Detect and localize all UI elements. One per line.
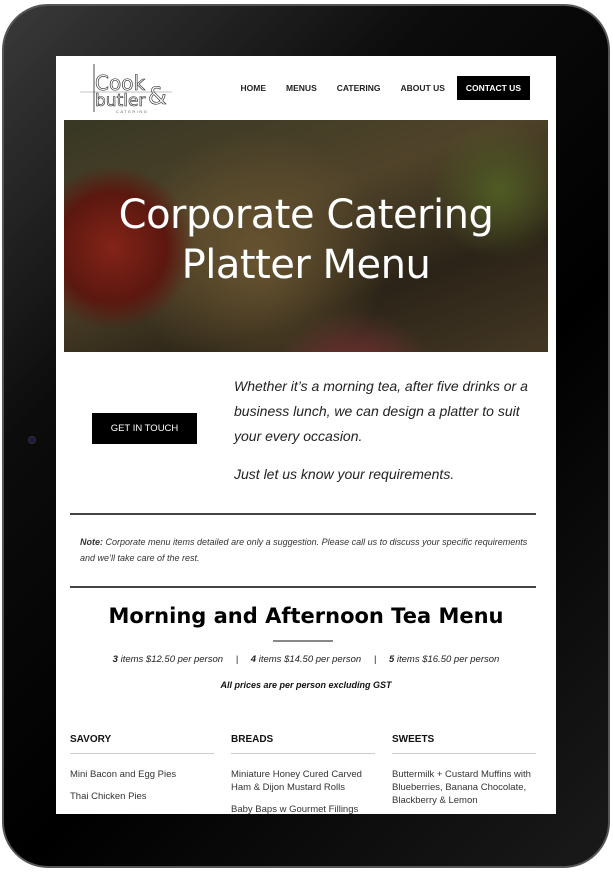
note-label: Note: [80, 537, 103, 547]
camera-icon [28, 436, 36, 444]
intro-paragraph: Whether it’s a morning tea, after five d… [234, 378, 528, 444]
svg-text:CATERING: CATERING [116, 109, 148, 114]
logo[interactable]: Cook butler & CATERING [80, 62, 172, 114]
nav-about-us[interactable]: ABOUT US [391, 83, 455, 93]
hero-title: Corporate Catering Platter Menu [118, 192, 494, 288]
nav-home[interactable]: HOME [231, 83, 277, 93]
menu-item: Buttermilk + Custard Muffins with Bluebe… [392, 769, 531, 806]
nav-menus[interactable]: MENUS [276, 83, 327, 93]
divider [70, 586, 536, 588]
price-text: items $16.50 per person [394, 654, 500, 665]
price-text: items $14.50 per person [256, 654, 362, 665]
svg-text:&: & [148, 82, 167, 110]
intro-text: Whether it’s a morning tea, after five d… [234, 374, 534, 500]
hero-banner: Corporate Catering Platter Menu [64, 120, 548, 352]
title-underline [273, 640, 333, 642]
price-tiers: 3 items $12.50 per person | 4 items $14.… [56, 654, 556, 665]
menu-title: Morning and Afternoon Tea Menu [108, 604, 504, 628]
menu-item: Mini Bacon and Egg Pies [70, 769, 177, 780]
menu-item: Baby Baps w Gourmet Fillings [231, 804, 359, 814]
svg-text:butler: butler [95, 91, 145, 111]
separator: | [373, 654, 377, 665]
menu-column-breads: BREADS Miniature Honey Cured Carved Ham … [231, 734, 375, 814]
menu-item: Thai Chicken Pies [70, 791, 147, 802]
column-title: SAVORY [70, 734, 214, 754]
get-in-touch-button[interactable]: GET IN TOUCH [92, 413, 197, 444]
screen: Cook butler & CATERING HOME MENUS CATERI… [56, 56, 556, 814]
intro-paragraph: Just let us know your requirements. [234, 466, 455, 482]
column-title: BREADS [231, 734, 375, 754]
main-nav: HOME MENUS CATERING ABOUT US CONTACT US [231, 76, 530, 100]
nav-catering[interactable]: CATERING [327, 83, 391, 93]
price-text: items $12.50 per person [117, 654, 224, 665]
menu-column-savory: SAVORY Mini Bacon and Egg Pies Thai Chick… [70, 734, 214, 803]
gst-note: All prices are per person excluding GST [220, 680, 392, 690]
menu-column-sweets: SWEETS Buttermilk + Custard Muffins with… [392, 734, 536, 807]
separator: | [235, 654, 239, 665]
column-title: SWEETS [392, 734, 536, 754]
menu-item: Miniature Honey Cured Carved Ham & Dijon… [231, 769, 362, 793]
nav-contact-us-button[interactable]: CONTACT US [456, 76, 530, 100]
note: Note: Corporate menu items detailed are … [80, 534, 536, 566]
divider [70, 513, 536, 515]
note-text: Corporate menu items detailed are only a… [80, 537, 528, 563]
